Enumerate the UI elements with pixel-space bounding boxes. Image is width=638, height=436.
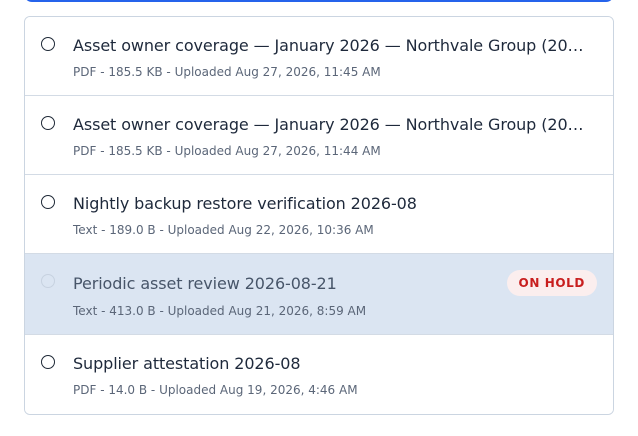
radio-button[interactable] bbox=[41, 195, 55, 209]
file-title: Asset owner coverage — January 2026 — No… bbox=[73, 115, 593, 134]
list-item-on-hold: Periodic asset review 2026-08-21 Text - … bbox=[25, 254, 613, 335]
list-item[interactable]: Asset owner coverage — January 2026 — No… bbox=[25, 96, 613, 175]
file-meta: PDF - 185.5 KB - Uploaded Aug 27, 2026, … bbox=[73, 65, 381, 79]
file-title: Supplier attestation 2026-08 bbox=[73, 354, 301, 373]
list-item[interactable]: Asset owner coverage — January 2026 — No… bbox=[25, 17, 613, 96]
file-meta: Text - 413.0 B - Uploaded Aug 21, 2026, … bbox=[73, 304, 367, 318]
file-title: Periodic asset review 2026-08-21 bbox=[73, 274, 337, 293]
radio-button[interactable] bbox=[41, 37, 55, 51]
radio-button[interactable] bbox=[41, 116, 55, 130]
file-meta: PDF - 14.0 B - Uploaded Aug 19, 2026, 4:… bbox=[73, 383, 358, 397]
selected-card-accent-border bbox=[24, 0, 614, 2]
list-item[interactable]: Nightly backup restore verification 2026… bbox=[25, 175, 613, 254]
status-badge: ON HOLD bbox=[506, 270, 597, 296]
list-item[interactable]: Supplier attestation 2026-08 PDF - 14.0 … bbox=[25, 335, 613, 414]
file-list: Asset owner coverage — January 2026 — No… bbox=[24, 16, 614, 415]
radio-button-disabled bbox=[41, 274, 55, 288]
file-title: Asset owner coverage — January 2026 — No… bbox=[73, 36, 593, 55]
radio-button[interactable] bbox=[41, 355, 55, 369]
file-title: Nightly backup restore verification 2026… bbox=[73, 194, 417, 213]
file-meta: Text - 189.0 B - Uploaded Aug 22, 2026, … bbox=[73, 223, 374, 237]
file-meta: PDF - 185.5 KB - Uploaded Aug 27, 2026, … bbox=[73, 144, 381, 158]
